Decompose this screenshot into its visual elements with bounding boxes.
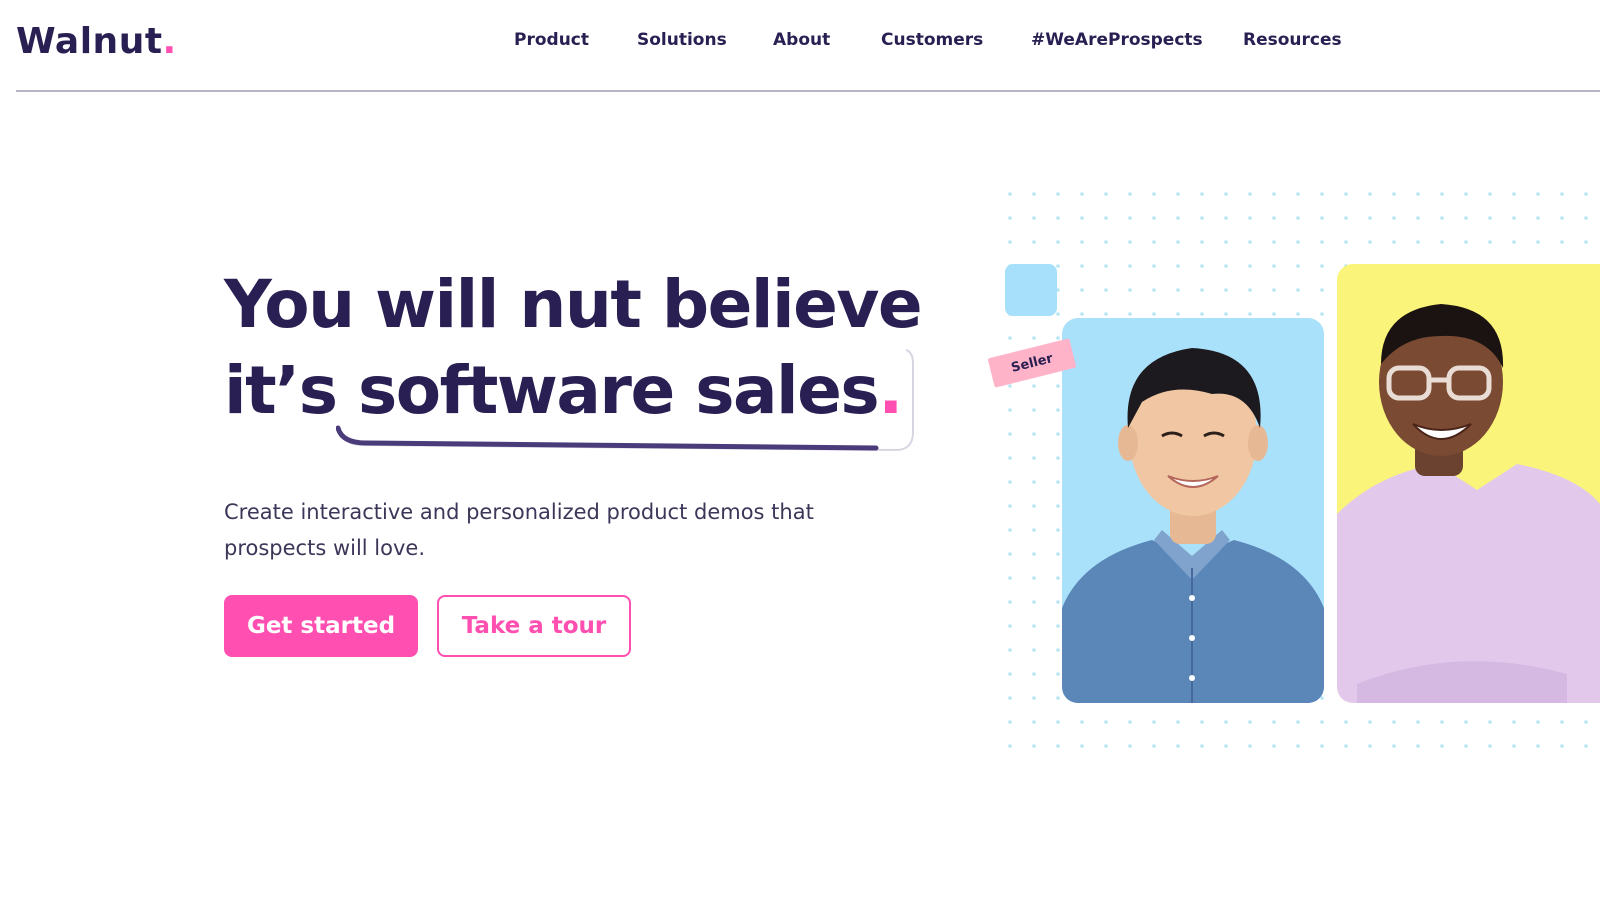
nav-item-about[interactable]: About — [773, 30, 830, 50]
get-started-button[interactable]: Get started — [224, 595, 418, 657]
header-divider — [16, 90, 1600, 92]
nav-item-product[interactable]: Product — [514, 30, 589, 50]
hero-subtitle: Create interactive and personalized prod… — [224, 500, 814, 560]
walnut-logo[interactable]: Walnut. — [16, 20, 177, 64]
nav-item-resources[interactable]: Resources — [1243, 30, 1342, 50]
prospect-portrait-card — [1337, 264, 1600, 703]
logo-dot: . — [162, 21, 177, 62]
headline-line-1: You will nut believe — [224, 266, 923, 343]
site-header: Walnut. Product Solutions About Customer… — [0, 0, 1600, 92]
highlight-underline-decoration — [336, 349, 914, 452]
man-portrait-image — [1062, 348, 1324, 703]
decorative-square — [1005, 264, 1057, 316]
woman-portrait-image — [1337, 304, 1600, 703]
take-a-tour-button[interactable]: Take a tour — [437, 595, 631, 657]
nav-item-solutions[interactable]: Solutions — [637, 30, 727, 50]
nav-item-customers[interactable]: Customers — [881, 30, 983, 50]
logo-text: Walnut — [16, 21, 163, 62]
nav-item-weareprospects[interactable]: #WeAreProspects — [1031, 30, 1203, 50]
seller-portrait-card — [1062, 318, 1324, 703]
